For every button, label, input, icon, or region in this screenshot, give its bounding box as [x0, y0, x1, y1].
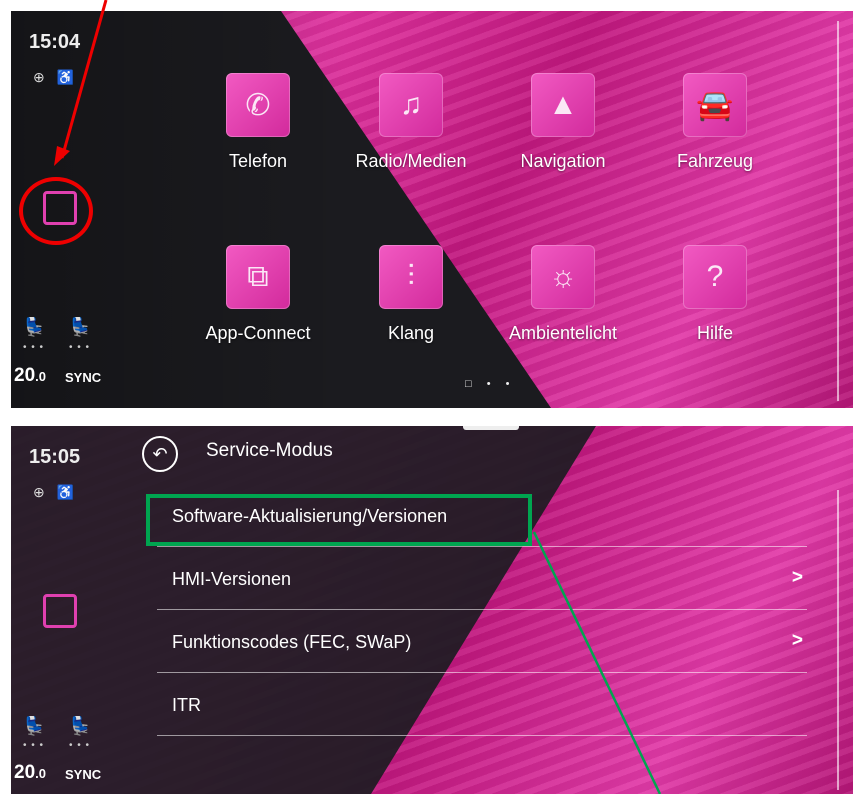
app-fahrzeug[interactable]: 🚘 Fahrzeug	[640, 73, 790, 172]
left-status-bar: 15:05 ⊕ ♿ 💺 💺 • • • • • • 20.0 SYNC	[14, 446, 102, 784]
equalizer-icon: ⫶	[379, 245, 443, 309]
back-button[interactable]: ↶	[142, 436, 178, 472]
navigation-arrow-icon: ▲	[531, 73, 595, 137]
page-title: Service-Modus	[206, 440, 333, 461]
help-icon: ?	[683, 245, 747, 309]
chevron-right-icon: >	[791, 630, 803, 651]
chevron-right-icon: >	[791, 567, 803, 588]
seat-heating-passenger-icon[interactable]: 💺	[69, 317, 91, 338]
app-klang[interactable]: ⫶ Klang	[336, 245, 486, 344]
app-hilfe[interactable]: ? Hilfe	[640, 245, 790, 344]
seat-heating-driver-icon[interactable]: 💺	[23, 716, 45, 737]
app-ambientelicht[interactable]: ☼ Ambientelicht	[488, 245, 638, 344]
annotation-red-circle	[19, 177, 93, 245]
temperature-display[interactable]: 20.0	[14, 365, 46, 387]
status-icons: ⊕ ♿	[33, 69, 79, 85]
service-mode-screen: 15:05 ⊕ ♿ 💺 💺 • • • • • • 20.0 SYNC ↶ Se…	[11, 426, 853, 794]
music-note-icon: ♫	[379, 73, 443, 137]
clock: 15:04	[29, 31, 81, 53]
app-app-connect[interactable]: ⧉ App-Connect	[183, 245, 333, 344]
scrollbar[interactable]	[837, 21, 839, 401]
menu-item-funktionscodes[interactable]: Funktionscodes (FEC, SWaP) >	[157, 610, 807, 673]
top-pull-handle[interactable]	[463, 426, 519, 430]
seat-heating-driver-icon[interactable]: 💺	[23, 317, 45, 338]
clock: 15:05	[29, 446, 81, 468]
main-menu-screen: 15:04 ⊕ ♿ 💺 💺 • • • • • • 20.0 SYNC ✆ Te…	[11, 11, 853, 408]
car-icon: 🚘	[683, 73, 747, 137]
status-icons: ⊕ ♿	[33, 484, 79, 500]
page-indicator[interactable]: □ • •	[465, 378, 515, 390]
app-telefon[interactable]: ✆ Telefon	[183, 73, 333, 172]
menu-item-itr[interactable]: ITR	[157, 673, 807, 736]
temperature-display[interactable]: 20.0	[14, 762, 46, 784]
app-navigation[interactable]: ▲ Navigation	[488, 73, 638, 172]
app-connect-icon: ⧉	[226, 245, 290, 309]
scrollbar[interactable]	[837, 490, 839, 790]
annotation-highlight-box	[146, 494, 532, 546]
phone-icon: ✆	[226, 73, 290, 137]
home-button[interactable]	[43, 594, 77, 628]
sync-button[interactable]: SYNC	[65, 767, 101, 782]
menu-item-hmi-versionen[interactable]: HMI-Versionen >	[157, 547, 807, 610]
light-bulb-icon: ☼	[531, 245, 595, 309]
app-radio-medien[interactable]: ♫ Radio/Medien	[336, 73, 486, 172]
seat-heating-passenger-icon[interactable]: 💺	[69, 716, 91, 737]
back-arrow-icon: ↶	[152, 443, 168, 464]
sync-button[interactable]: SYNC	[65, 370, 101, 385]
